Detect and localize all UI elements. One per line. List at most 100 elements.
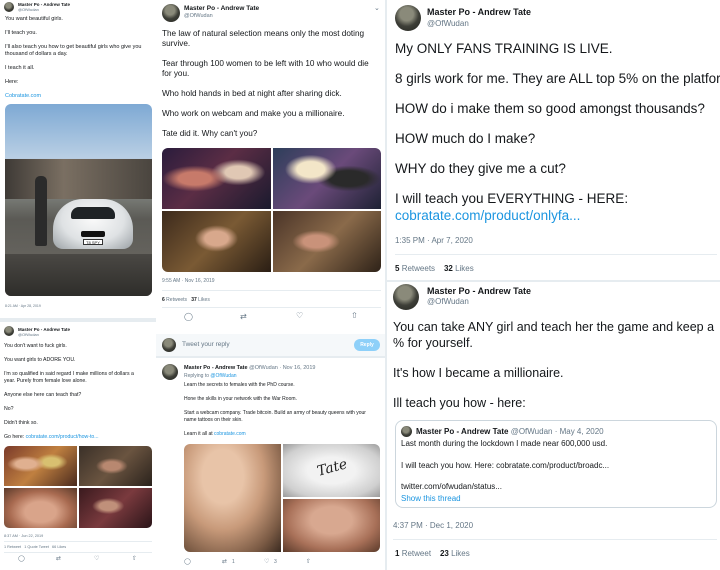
author-name[interactable]: Master Po - Andrew Tate (184, 5, 259, 12)
like-icon[interactable]: ♡ (94, 555, 99, 562)
tweet-stats[interactable]: 1 Retweet 1 Quote Tweet 66 Likes (4, 545, 66, 549)
likes-label[interactable]: Likes (198, 297, 210, 303)
author-handle[interactable]: @OfWudan (427, 19, 469, 28)
onlyfans-course-link[interactable]: cobratate.com/product/onlyfa... (395, 207, 717, 224)
author-handle[interactable]: @OfWudan (427, 297, 469, 306)
tweet-panel-natural-selection: Master Po - Andrew Tate @OfWudan ⌄ The l… (156, 0, 385, 334)
likes-label[interactable]: Likes (455, 264, 474, 273)
quoted-tweet[interactable]: Master Po - Andrew Tate @OfWudan · May 4… (395, 420, 717, 508)
retweet-count[interactable]: 5 (395, 264, 399, 273)
photo-club-3[interactable] (162, 211, 271, 272)
avatar[interactable] (395, 5, 421, 31)
like-count[interactable]: 23 (440, 549, 449, 558)
photo-tattoo[interactable] (4, 488, 77, 528)
author-name[interactable]: Master Po - Andrew Tate (184, 365, 248, 371)
tweet-text: You don't want to fuck girls. (4, 343, 67, 349)
car-photo[interactable]: T8 SPY (5, 104, 152, 296)
tweet-text: Learn the secrets to females with the Ph… (184, 382, 295, 388)
author-name[interactable]: Master Po - Andrew Tate (427, 286, 531, 296)
avatar[interactable] (4, 2, 14, 12)
photo-girls[interactable] (4, 446, 77, 486)
tweet-text: % for yourself. (393, 336, 473, 350)
like-count[interactable]: 3 (274, 559, 277, 565)
tweet-text: Anyone else here can teach that? (4, 392, 82, 398)
photo-neck-tattoo[interactable] (184, 444, 281, 552)
avatar[interactable] (162, 364, 178, 380)
avatar[interactable] (162, 338, 176, 352)
share-icon[interactable]: ⇧ (351, 311, 358, 320)
photo-hip-tattoo[interactable] (283, 499, 380, 552)
retweets-label[interactable]: Retweet (402, 549, 431, 558)
retweet-count[interactable]: 1 (232, 559, 235, 565)
reply-icon[interactable]: ◯ (184, 312, 193, 321)
photo-tattoo-signature[interactable]: Tate (283, 444, 380, 497)
avatar (401, 426, 412, 437)
reply-input[interactable]: Tweet your reply (182, 341, 230, 348)
author-handle[interactable]: @OfWudan (184, 13, 213, 19)
retweets-label[interactable]: Retweets (402, 264, 435, 273)
avatar[interactable] (4, 326, 14, 336)
photo-group[interactable] (79, 488, 152, 528)
author-handle[interactable]: @OfWudan (18, 332, 39, 337)
tweet-body: You can take ANY girl and teach her the … (393, 319, 720, 411)
photo-grid (4, 446, 152, 528)
retweet-count[interactable]: 6 (162, 297, 165, 303)
share-icon[interactable]: ⇧ (132, 555, 137, 562)
person-silhouette (35, 176, 47, 246)
retweet-icon[interactable]: ⇄ (222, 558, 227, 565)
divider (162, 290, 381, 291)
tweet-timestamp[interactable]: 9:55 AM · Nov 16, 2019 (162, 278, 215, 284)
cobratate-link[interactable]: cobratate.com (214, 431, 246, 437)
divider (4, 541, 152, 542)
reply-button[interactable]: Reply (354, 339, 380, 351)
tweet-stats: 1 Retweet 23 Likes (395, 549, 470, 558)
tweet-timestamp[interactable]: 1:35 PM · Apr 7, 2020 (395, 236, 473, 245)
tweet-text: survive. (162, 39, 191, 48)
tweet-text: WHY do they give me a cut? (395, 161, 566, 176)
avatar[interactable] (393, 284, 419, 310)
like-icon[interactable]: ♡ (264, 558, 269, 565)
photo-club-2[interactable] (273, 148, 381, 209)
cobratate-link[interactable]: Cobratate.com (5, 93, 155, 100)
photo-club-1[interactable] (162, 148, 271, 209)
photo-table[interactable] (79, 446, 152, 486)
tweet-stats: 6 Retweets 37 Likes (162, 297, 210, 303)
likes-label[interactable]: Likes (451, 549, 470, 558)
reply-icon[interactable]: ◯ (184, 558, 191, 565)
tweet-body: The law of natural selection means only … (162, 29, 384, 139)
show-thread-link[interactable]: Show this thread (401, 494, 461, 503)
author-handle[interactable]: @OfWudan (18, 7, 39, 12)
share-icon[interactable]: ⇧ (306, 558, 311, 565)
tweet-timestamp[interactable]: 8:21 AM · Apr 28, 2019 (5, 304, 41, 308)
tweet-panel-phd-course: Master Po - Andrew Tate @OfWudan · Nov 1… (156, 358, 385, 570)
go-here-label: Go here: (4, 434, 25, 440)
road (5, 254, 152, 296)
like-count[interactable]: 32 (444, 264, 453, 273)
retweet-icon[interactable]: ⇄ (240, 312, 247, 321)
retweets-label[interactable]: Retweets (166, 297, 187, 303)
tweet-text: HOW do i make them so good amongst thous… (395, 101, 705, 116)
avatar[interactable] (162, 4, 180, 22)
like-count[interactable]: 37 (191, 297, 197, 303)
tweet-text: for you. (162, 69, 190, 78)
caret-down-icon[interactable]: ⌄ (374, 4, 380, 12)
tweet-body: You want beautiful girls. I'll teach you… (5, 16, 155, 100)
tattoo-text: Tate (315, 456, 350, 480)
author-name[interactable]: Master Po - Andrew Tate (427, 7, 531, 17)
replying-to-handle[interactable]: @OfWudan (210, 373, 236, 379)
tweet-text: name tattoos on their skin. (184, 417, 243, 423)
tweet-text: You can take ANY girl and teach her the … (393, 320, 715, 334)
reply-icon[interactable]: ◯ (18, 555, 25, 562)
photo-club-4[interactable] (273, 211, 381, 272)
like-icon[interactable]: ♡ (296, 311, 303, 320)
tweet-panel-onlyfans-training: Master Po - Andrew Tate @OfWudan My ONLY… (387, 0, 720, 280)
retweet-count[interactable]: 1 (395, 549, 399, 558)
author-handle-date[interactable]: @OfWudan · Nov 16, 2019 (249, 365, 315, 371)
retweet-icon[interactable]: ⇄ (56, 555, 61, 562)
divider (162, 307, 381, 308)
tweet-body: You don't want to fuck girls. You want g… (4, 343, 154, 441)
course-link[interactable]: cobratate.com/product/how-to... (26, 434, 99, 440)
tweet-timestamp[interactable]: 8:37 AM · Jun 22, 2019 (4, 534, 43, 538)
quoted-text: I will teach you how. Here: cobratate.co… (401, 461, 610, 470)
tweet-timestamp[interactable]: 4:37 PM · Dec 1, 2020 (393, 521, 473, 530)
